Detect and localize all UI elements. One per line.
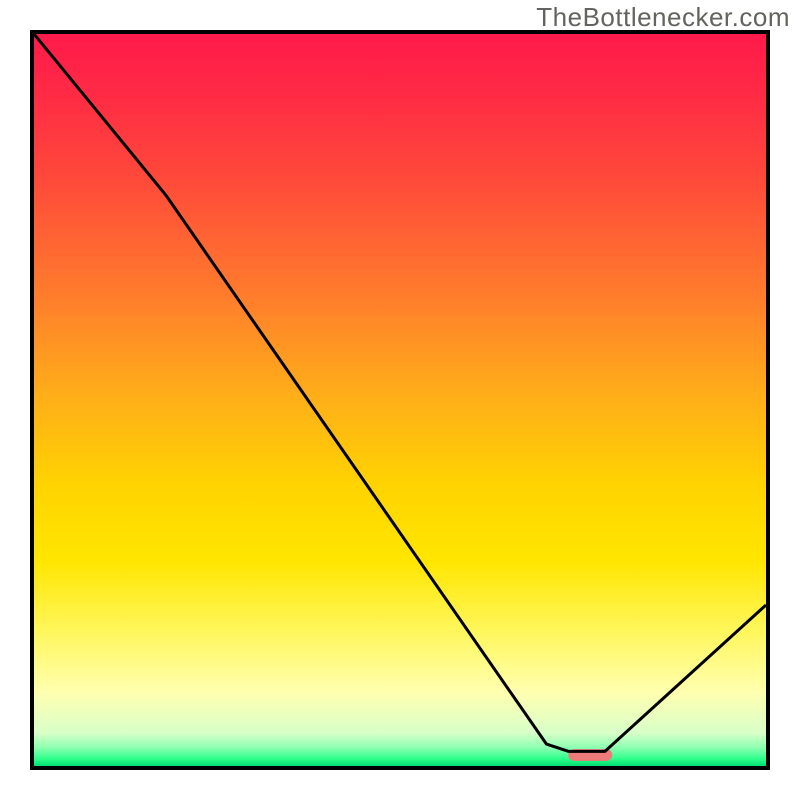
chart-background	[34, 34, 766, 766]
chart-canvas	[34, 34, 766, 766]
chart-frame	[30, 30, 770, 770]
watermark-text: TheBottlenecker.com	[536, 2, 790, 33]
